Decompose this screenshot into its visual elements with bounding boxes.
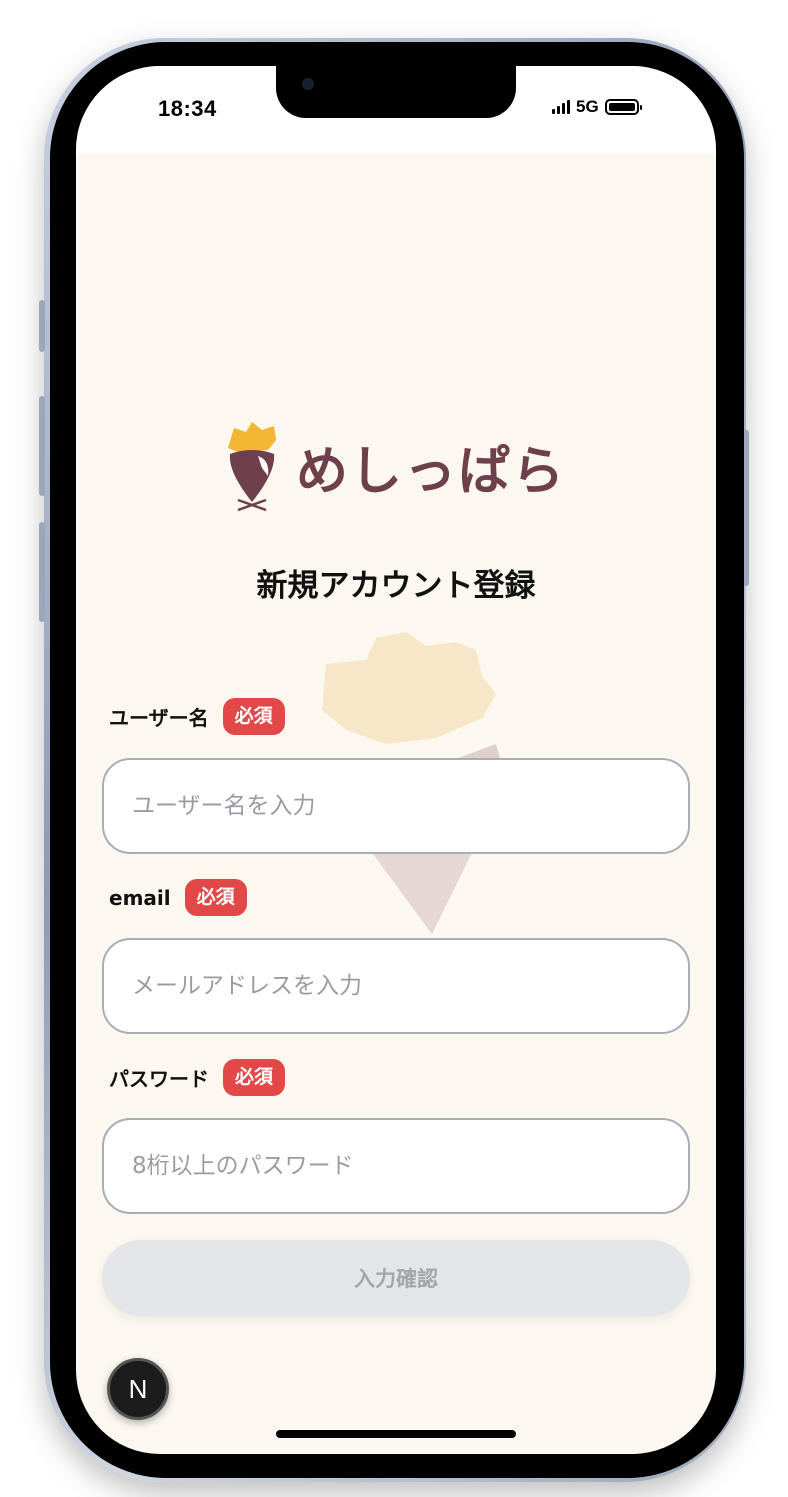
- battery-icon: [604, 99, 642, 115]
- page-title: 新規アカウント登録: [256, 568, 536, 604]
- network-type: 5G: [576, 97, 599, 116]
- username-label: ユーザー名: [109, 706, 209, 730]
- cellular-signal-icon: [552, 100, 570, 114]
- confirm-input-button[interactable]: 入力確認: [102, 1240, 690, 1316]
- home-indicator[interactable]: [276, 1430, 516, 1438]
- password-input[interactable]: [102, 1118, 690, 1214]
- volume-up-button: [39, 396, 45, 496]
- email-label-row: email 必須: [109, 879, 247, 916]
- status-time: 18:34: [158, 96, 217, 121]
- password-label-row: パスワード 必須: [109, 1059, 286, 1096]
- screen: 18:34 5G めしっぱら 新規アカウント登録 ユーザー名 必須 email …: [76, 66, 716, 1454]
- camera-notch: [276, 66, 516, 118]
- username-required-badge: 必須: [222, 698, 285, 735]
- nextjs-dev-indicator-icon[interactable]: N: [107, 1358, 169, 1420]
- email-input[interactable]: [102, 938, 690, 1034]
- password-required-badge: 必須: [223, 1059, 286, 1096]
- app-logo: めしっぱら: [222, 418, 566, 514]
- front-camera-icon: [302, 78, 314, 90]
- volume-down-button: [39, 522, 45, 622]
- logo-wordmark: めしっぱら: [296, 441, 567, 502]
- logo-pin-icon: [228, 422, 276, 512]
- username-input[interactable]: [102, 758, 690, 854]
- email-required-badge: 必須: [184, 879, 247, 916]
- email-label: email: [109, 885, 171, 910]
- status-icons: 5G: [552, 96, 642, 118]
- password-label: パスワード: [109, 1067, 209, 1091]
- mute-switch: [39, 300, 45, 352]
- username-label-row: ユーザー名 必須: [109, 698, 285, 735]
